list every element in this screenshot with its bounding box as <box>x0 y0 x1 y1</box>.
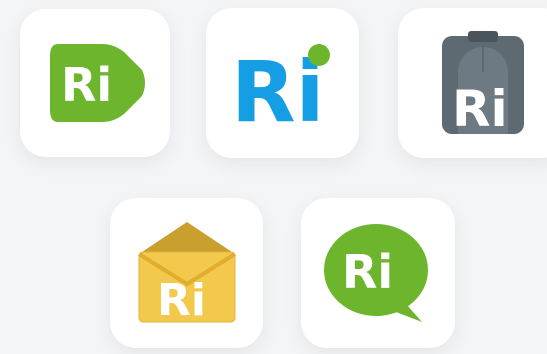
envelope-logo-icon: Ri <box>137 222 236 326</box>
clipboard-logo-icon: Ri <box>442 31 524 138</box>
app-tile-envelope[interactable]: Ri <box>110 198 263 348</box>
app-tile-play[interactable]: Ri <box>20 9 170 157</box>
app-tile-clipboard[interactable]: Ri <box>398 8 547 158</box>
app-tile-speech-bubble[interactable]: Ri <box>301 198 455 348</box>
play-logo-icon: Ri <box>50 44 145 122</box>
app-tile-wordmark[interactable]: Ri <box>206 8 359 158</box>
speech-bubble-logo-icon: Ri <box>324 224 428 322</box>
logo-text: Ri <box>61 58 112 112</box>
logo-text: Ri <box>157 275 206 326</box>
green-dot-icon <box>307 44 330 66</box>
logo-text: Ri <box>452 80 508 138</box>
wordmark-logo-icon: Ri <box>231 43 330 133</box>
logo-text: Ri <box>342 245 393 299</box>
